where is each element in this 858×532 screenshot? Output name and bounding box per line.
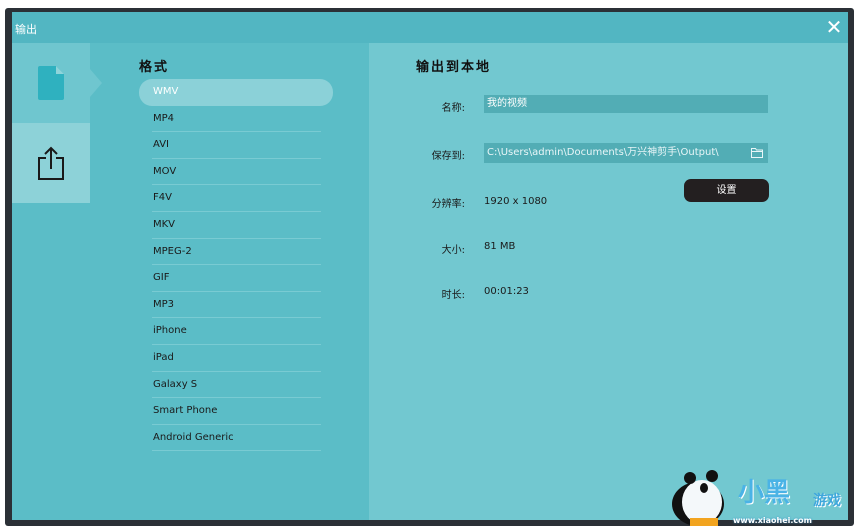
size-value: 81 MB [484, 241, 516, 252]
file-icon [38, 66, 64, 100]
watermark-url: www.xiaohei.com [733, 516, 812, 525]
format-item-mov[interactable]: MOV [139, 159, 333, 186]
sidebar-item-share[interactable] [12, 123, 90, 203]
save-to-label: 保存到: [431, 151, 465, 162]
sidebar-item-local-file[interactable] [12, 43, 90, 123]
format-item-mpeg2[interactable]: MPEG-2 [139, 239, 333, 266]
format-list: WMV MP4 AVI MOV F4V MKV MPEG-2 GIF MP3 i… [139, 79, 333, 451]
share-export-icon [38, 146, 64, 180]
output-settings-panel: 输出到本地 名称: 我的视频 保存到: C:\Users\admin\Docum… [369, 43, 848, 520]
window-title: 输出 [15, 23, 37, 36]
output-dialog: 输出 ✕ 格式 WMV MP4 AVI MOV F4V MKV MPEG-2 G… [12, 12, 848, 520]
duration-value: 00:01:23 [484, 286, 529, 297]
save-path-value: C:\Users\admin\Documents\万兴神剪手\Output\ [487, 147, 719, 158]
save-path-field[interactable]: C:\Users\admin\Documents\万兴神剪手\Output\ [484, 143, 768, 163]
output-heading: 输出到本地 [416, 60, 492, 75]
format-item-avi[interactable]: AVI [139, 132, 333, 159]
format-item-mp3[interactable]: MP3 [139, 292, 333, 319]
format-item-wmv[interactable]: WMV [139, 79, 333, 106]
resolution-label: 分辨率: [431, 199, 465, 210]
settings-button[interactable]: 设置 [684, 179, 769, 202]
format-item-ipad[interactable]: iPad [139, 345, 333, 372]
name-input[interactable]: 我的视频 [484, 95, 768, 113]
format-heading: 格式 [139, 60, 170, 75]
name-label: 名称: [441, 103, 465, 114]
format-item-iphone[interactable]: iPhone [139, 318, 333, 345]
resolution-value: 1920 x 1080 [484, 196, 548, 207]
size-label: 大小: [441, 245, 465, 256]
format-item-f4v[interactable]: F4V [139, 185, 333, 212]
title-bar: 输出 ✕ [12, 12, 848, 43]
format-item-mp4[interactable]: MP4 [139, 106, 333, 133]
folder-icon[interactable] [751, 147, 763, 158]
sidebar [12, 43, 102, 520]
format-item-android-generic[interactable]: Android Generic [139, 425, 333, 452]
watermark-brand-suffix: 游戏 [813, 493, 841, 509]
format-panel: 格式 WMV MP4 AVI MOV F4V MKV MPEG-2 GIF MP… [90, 43, 369, 520]
watermark-logo: 小黑 游戏 www.xiaohei.com [668, 462, 858, 532]
format-item-mkv[interactable]: MKV [139, 212, 333, 239]
format-item-galaxy-s[interactable]: Galaxy S [139, 372, 333, 399]
duration-label: 时长: [441, 290, 465, 301]
format-item-gif[interactable]: GIF [139, 265, 333, 292]
close-icon[interactable]: ✕ [824, 17, 844, 37]
panda-mascot-icon [672, 470, 724, 526]
format-item-smart-phone[interactable]: Smart Phone [139, 398, 333, 425]
watermark-brand: 小黑 [738, 478, 791, 508]
